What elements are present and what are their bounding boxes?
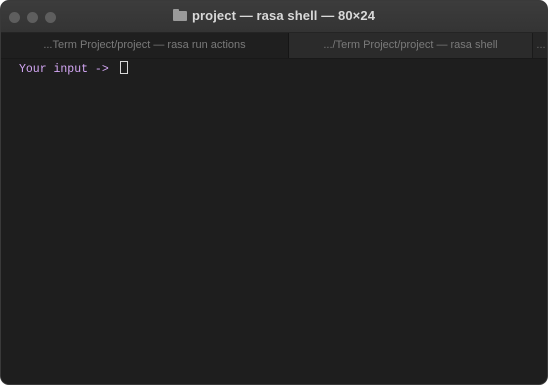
block-cursor bbox=[119, 61, 128, 74]
prompt-text: Your input -> bbox=[19, 63, 109, 76]
window-title: project — rasa shell — 80×24 bbox=[191, 8, 376, 23]
terminal-window: project — rasa shell — 80×24 ...Term Pro… bbox=[0, 0, 548, 385]
tab-label: .../Term Project/project — rasa shell bbox=[323, 39, 498, 51]
window-title-container: project — rasa shell — 80×24 bbox=[1, 8, 547, 23]
tab-bar: ...Term Project/project — rasa run actio… bbox=[1, 33, 547, 59]
title-bar[interactable]: project — rasa shell — 80×24 bbox=[1, 1, 547, 33]
tab-label: ...Term Project/project — rasa run actio… bbox=[43, 39, 246, 51]
tab-rasa-run-actions[interactable]: ...Term Project/project — rasa run actio… bbox=[1, 33, 289, 58]
terminal-content[interactable]: Your input -> bbox=[1, 59, 547, 384]
tab-overflow[interactable]: ... bbox=[532, 33, 547, 58]
tab-label: ... bbox=[536, 39, 546, 51]
prompt-line: Your input -> bbox=[19, 61, 547, 77]
folder-icon bbox=[172, 9, 187, 21]
tab-rasa-shell[interactable]: .../Term Project/project — rasa shell bbox=[289, 33, 532, 58]
